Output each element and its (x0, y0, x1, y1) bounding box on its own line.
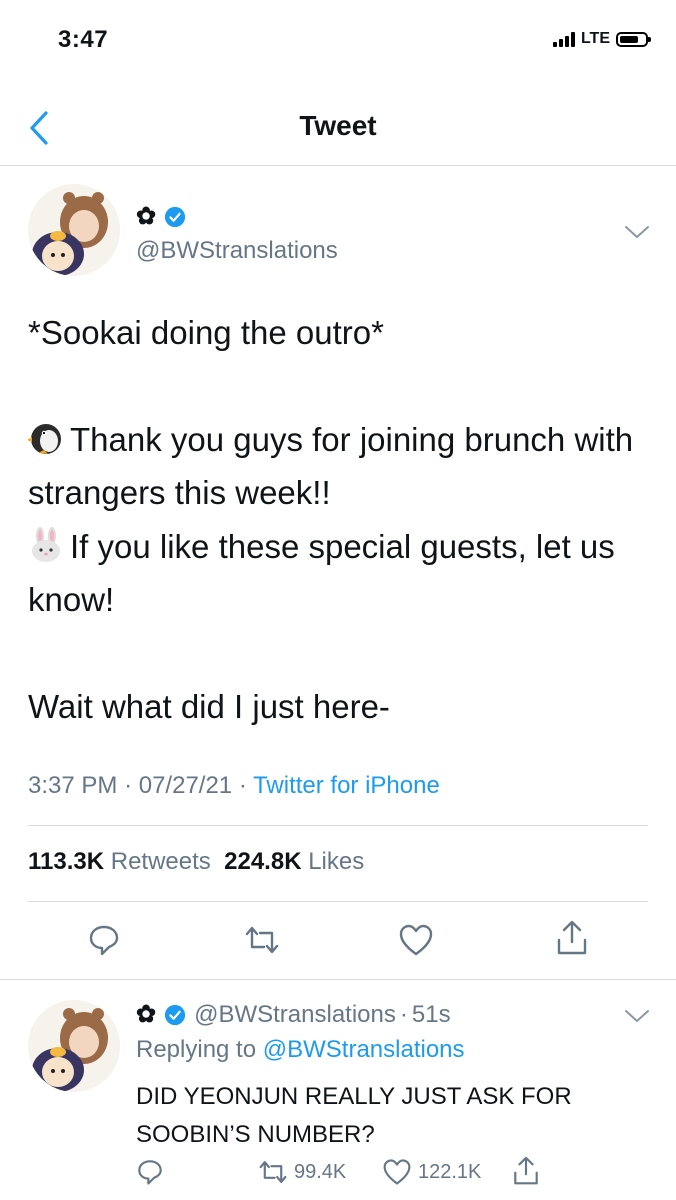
author-name-row[interactable]: ✿ (136, 202, 186, 231)
signal-icon (552, 31, 575, 47)
retweets-label: Retweets (110, 848, 211, 875)
retweet-icon (259, 1161, 287, 1183)
tweet-line-text: Thank you guys for joining brunch with s… (28, 420, 634, 512)
tweet-body: *Sookai doing the outro* Thank you guys … (28, 306, 648, 733)
reply-body: DID YEONJUN REALLY JUST ASK FOR SOOBIN’S… (136, 1083, 572, 1148)
retweets-count: 113.3K (28, 848, 105, 875)
stats-divider-top (28, 825, 648, 826)
tweet-line: If you like these special guests, let us… (28, 520, 648, 627)
meta-separator: · (238, 772, 247, 799)
share-icon (514, 1156, 538, 1185)
tweet-source-link[interactable]: Twitter for iPhone (253, 772, 440, 799)
meta-separator: · (399, 1000, 408, 1028)
battery-icon (616, 31, 651, 47)
reply-header[interactable]: ✿ @BWStranslations · 51s (136, 1000, 451, 1029)
retweet-icon[interactable] (242, 920, 282, 960)
retweets-stat[interactable]: 113.3K Retweets (28, 848, 211, 875)
replying-prefix: Replying to (136, 1036, 257, 1063)
tweet-line: Wait what did I just here- (28, 687, 390, 725)
status-indicators: LTE (552, 30, 651, 48)
nav-divider (0, 165, 676, 166)
likes-label: Likes (308, 848, 365, 875)
rabbit-emoji-icon (32, 526, 60, 562)
reply-retweet-count: 99.4K (294, 1160, 347, 1183)
tweet-line-text: If you like these special guests, let us… (28, 527, 615, 619)
verified-badge-icon (165, 206, 186, 227)
tweet-date: 07/27/21 (138, 772, 233, 799)
verified-badge-icon (165, 1004, 186, 1025)
reply-avatar[interactable] (28, 1000, 120, 1092)
avatar[interactable] (28, 184, 120, 276)
likes-stat[interactable]: 224.8K Likes (224, 848, 364, 875)
tweet-spacer (28, 627, 648, 680)
like-heart-icon[interactable] (396, 920, 436, 960)
reply-like-button[interactable]: 122.1K (382, 1158, 481, 1186)
tweet-spacer (28, 360, 648, 413)
reply-like-count: 122.1K (418, 1160, 482, 1183)
tweet-line: *Sookai doing the outro* (28, 314, 384, 351)
replying-to-link[interactable]: @BWStranslations (263, 1036, 465, 1063)
share-icon[interactable] (552, 918, 592, 958)
reply-divider (0, 979, 676, 980)
network-label: LTE (580, 30, 610, 47)
status-time: 3:47 (58, 26, 109, 53)
page-title: Tweet (299, 110, 377, 141)
reply-handle: @BWStranslations (194, 1000, 396, 1028)
stats-divider-bottom (28, 901, 648, 902)
penguin-emoji-icon (28, 423, 61, 454)
tweet-stats: 113.3K Retweets 224.8K Likes (28, 848, 364, 876)
likes-count: 224.8K (224, 848, 302, 875)
tweet-time: 3:37 PM (28, 772, 118, 799)
more-options-chevron-icon[interactable] (624, 224, 650, 245)
meta-separator: · (124, 772, 133, 799)
reply-age: 51s (411, 1000, 451, 1028)
reply-more-chevron-icon[interactable] (624, 1008, 650, 1029)
reply-icon[interactable] (84, 920, 124, 960)
reply-share-button[interactable] (512, 1156, 540, 1186)
author-name: ✿ (136, 203, 157, 230)
replying-to: Replying to @BWStranslations (136, 1036, 465, 1064)
tweet-line: Thank you guys for joining brunch with s… (28, 413, 648, 520)
reply-icon (138, 1160, 162, 1185)
tweet-meta: 3:37 PM · 07/27/21 · Twitter for iPhone (28, 772, 440, 800)
reply-retweet-button[interactable]: 99.4K (258, 1158, 346, 1186)
reply-author-name: ✿ (136, 1001, 157, 1028)
reply-reply-button[interactable] (136, 1158, 164, 1186)
author-handle[interactable]: @BWStranslations (136, 237, 338, 265)
like-heart-icon (383, 1159, 411, 1185)
